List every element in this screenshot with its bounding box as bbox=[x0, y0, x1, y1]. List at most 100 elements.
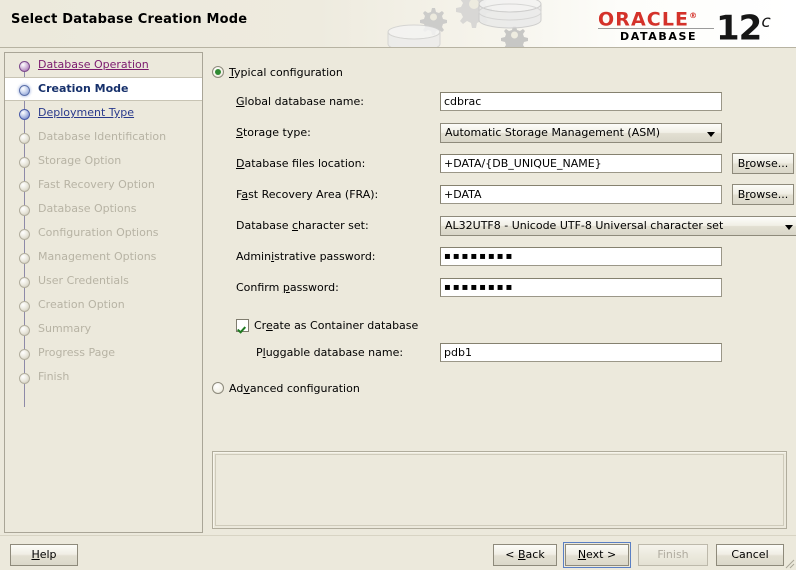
confirm-password-label: Confirm password: bbox=[236, 281, 339, 294]
help-label: Help bbox=[31, 548, 57, 561]
sidebar-item-configuration-options: Configuration Options bbox=[5, 221, 202, 245]
sidebar-item-finish: Finish bbox=[5, 365, 202, 389]
advanced-configuration-radio[interactable]: Advanced configuration bbox=[212, 380, 360, 398]
sidebar-item-creation-mode[interactable]: Creation Mode bbox=[5, 77, 202, 101]
checkbox-checked-icon bbox=[236, 319, 249, 332]
step-bullet-icon bbox=[19, 325, 30, 336]
pluggable-database-name-row: Pluggable database name: pdb1 bbox=[256, 343, 796, 363]
global-database-name-input[interactable]: cdbrac bbox=[440, 92, 722, 111]
database-character-set-dropdown[interactable]: AL32UTF8 - Unicode UTF-8 Universal chara… bbox=[440, 216, 796, 236]
finish-button: Finish bbox=[638, 544, 708, 566]
browse-fast-recovery-area-button[interactable]: Browse... bbox=[732, 184, 794, 205]
sidebar-item-management-options: Management Options bbox=[5, 245, 202, 269]
step-bullet-icon bbox=[19, 229, 30, 240]
next-button[interactable]: Next > bbox=[563, 542, 631, 568]
sidebar-item-storage-option: Storage Option bbox=[5, 149, 202, 173]
fast-recovery-area-label: Fast Recovery Area (FRA): bbox=[236, 188, 379, 201]
database-character-set-value: AL32UTF8 - Unicode UTF-8 Universal chara… bbox=[445, 219, 724, 232]
database-files-location-row: Database files location: +DATA/{DB_UNIQU… bbox=[236, 153, 794, 174]
database-files-location-input[interactable]: +DATA/{DB_UNIQUE_NAME} bbox=[440, 154, 722, 173]
step-bullet-icon bbox=[19, 109, 30, 120]
browse-database-files-button[interactable]: Browse... bbox=[732, 153, 794, 174]
next-label: Next > bbox=[577, 548, 617, 561]
step-label: Database Operation bbox=[38, 58, 149, 71]
step-bullet-icon bbox=[19, 157, 30, 168]
administrative-password-input[interactable]: ▪▪▪▪▪▪▪▪ bbox=[440, 247, 722, 266]
step-bullet-icon bbox=[19, 61, 30, 72]
sidebar-item-creation-option: Creation Option bbox=[5, 293, 202, 317]
header-divider bbox=[0, 47, 796, 48]
version-suffix: c bbox=[761, 12, 771, 32]
step-label: User Credentials bbox=[38, 274, 129, 287]
step-label: Progress Page bbox=[38, 346, 116, 359]
storage-type-value: Automatic Storage Management (ASM) bbox=[445, 126, 660, 139]
step-label: Storage Option bbox=[38, 154, 122, 167]
step-label: Configuration Options bbox=[38, 226, 159, 239]
chevron-down-icon bbox=[707, 132, 715, 137]
step-bullet-icon bbox=[19, 133, 30, 144]
gears-database-artwork bbox=[387, 0, 542, 48]
create-as-container-database-checkbox[interactable]: Create as Container database bbox=[236, 317, 418, 335]
step-bullet-icon bbox=[19, 349, 30, 360]
create-as-container-database-label: Create as Container database bbox=[254, 319, 419, 332]
storage-type-label: Storage type: bbox=[236, 126, 311, 139]
sidebar-item-fast-recovery-option: Fast Recovery Option bbox=[5, 173, 202, 197]
storage-type-row: Storage type: Automatic Storage Manageme… bbox=[236, 123, 788, 143]
sidebar-item-user-credentials: User Credentials bbox=[5, 269, 202, 293]
step-label: Database Options bbox=[38, 202, 137, 215]
step-bullet-icon bbox=[19, 181, 30, 192]
confirm-password-input[interactable]: ▪▪▪▪▪▪▪▪ bbox=[440, 278, 722, 297]
step-label: Fast Recovery Option bbox=[38, 178, 155, 191]
pluggable-database-name-input[interactable]: pdb1 bbox=[440, 343, 722, 362]
page-title: Select Database Creation Mode bbox=[11, 12, 248, 27]
resize-grip-icon[interactable] bbox=[781, 555, 795, 569]
step-bullet-icon bbox=[19, 205, 30, 216]
sidebar-item-progress-page: Progress Page bbox=[5, 341, 202, 365]
window-header: Select Database Creation Mode ORACLE® DA… bbox=[0, 0, 796, 48]
database-character-set-label: Database character set: bbox=[236, 219, 369, 232]
step-bullet-icon bbox=[19, 85, 30, 96]
step-label: Creation Mode bbox=[38, 82, 129, 95]
sidebar-item-database-identification: Database Identification bbox=[5, 125, 202, 149]
cancel-button[interactable]: Cancel bbox=[716, 544, 784, 566]
step-label: Creation Option bbox=[38, 298, 125, 311]
step-label: Database Identification bbox=[38, 130, 167, 143]
chevron-down-icon bbox=[785, 225, 793, 230]
database-character-set-row: Database character set: AL32UTF8 - Unico… bbox=[236, 216, 796, 236]
typical-configuration-text: ypical configuration bbox=[234, 66, 343, 79]
typical-configuration-radio[interactable]: Typical configuration bbox=[212, 64, 343, 82]
administrative-password-label: Administrative password: bbox=[236, 250, 376, 263]
step-bullet-icon bbox=[19, 301, 30, 312]
cancel-label: Cancel bbox=[731, 548, 769, 561]
message-panel-inner bbox=[215, 454, 784, 526]
fast-recovery-area-input[interactable]: +DATA bbox=[440, 185, 722, 204]
sidebar-item-deployment-type[interactable]: Deployment Type bbox=[5, 101, 202, 125]
global-database-name-label: Global database name: bbox=[236, 95, 364, 108]
registered-mark-icon: ® bbox=[689, 11, 698, 20]
step-bullet-icon bbox=[19, 373, 30, 384]
dbca-window: Select Database Creation Mode ORACLE® DA… bbox=[0, 0, 796, 570]
browse-label: Browse... bbox=[737, 157, 789, 170]
help-button[interactable]: Help bbox=[10, 544, 78, 566]
sidebar-item-database-options: Database Options bbox=[5, 197, 202, 221]
logo-divider bbox=[598, 28, 714, 29]
confirm-password-row: Confirm password: ▪▪▪▪▪▪▪▪ bbox=[236, 278, 788, 298]
step-label: Deployment Type bbox=[38, 106, 135, 119]
message-panel bbox=[212, 451, 787, 529]
oracle-version-badge: 12c bbox=[716, 2, 771, 48]
oracle-wordmark: ORACLE® bbox=[598, 6, 697, 29]
step-label: Management Options bbox=[38, 250, 157, 263]
administrative-password-row: Administrative password: ▪▪▪▪▪▪▪▪ bbox=[236, 247, 788, 267]
typical-configuration-label: Typical configuration bbox=[229, 66, 343, 79]
finish-label: Finish bbox=[657, 548, 689, 561]
fast-recovery-area-row: Fast Recovery Area (FRA): +DATA Browse..… bbox=[236, 184, 794, 205]
storage-type-dropdown[interactable]: Automatic Storage Management (ASM) bbox=[440, 123, 722, 143]
step-list: Database Operation Creation Mode Deploym… bbox=[5, 53, 202, 389]
back-button[interactable]: < Back bbox=[493, 544, 557, 566]
browse-label: Browse... bbox=[737, 188, 789, 201]
sidebar-item-database-operation[interactable]: Database Operation bbox=[5, 53, 202, 77]
step-bullet-icon bbox=[19, 277, 30, 288]
radio-selected-icon bbox=[212, 66, 224, 78]
global-database-name-row: Global database name: cdbrac bbox=[236, 92, 788, 112]
back-label: < Back bbox=[505, 548, 545, 561]
